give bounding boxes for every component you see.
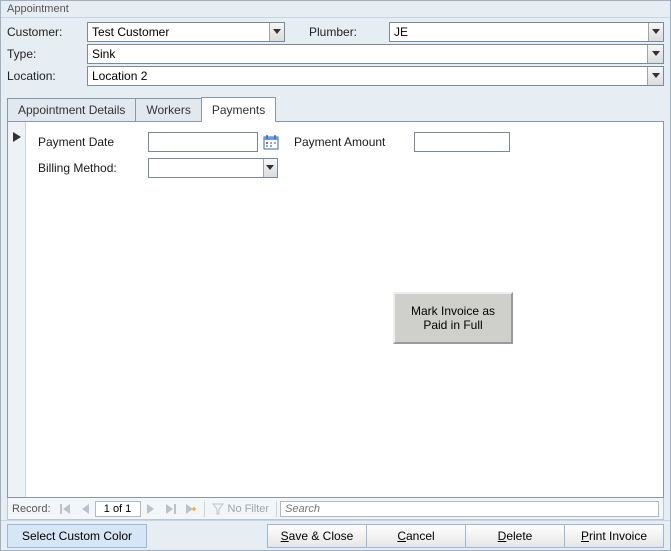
nav-prev-button[interactable]: [75, 499, 95, 519]
location-label: Location:: [7, 69, 87, 83]
current-record-icon: [13, 132, 21, 142]
billing-method-combo[interactable]: [148, 158, 278, 178]
chevron-down-icon: [652, 51, 660, 57]
print-invoice-button[interactable]: Print Invoice: [564, 524, 664, 548]
save-close-button[interactable]: Save & Close: [267, 524, 367, 548]
chevron-down-icon: [652, 29, 660, 35]
calendar-icon: [263, 134, 279, 150]
nav-divider: [204, 501, 205, 517]
nav-next-icon: [147, 504, 155, 514]
customer-dropdown-button[interactable]: [269, 23, 284, 41]
delete-button[interactable]: Delete: [465, 524, 565, 548]
record-position-input[interactable]: [95, 501, 141, 517]
billing-method-dropdown-button[interactable]: [263, 159, 277, 177]
plumber-combo[interactable]: [389, 22, 664, 42]
tab-payments[interactable]: Payments: [201, 97, 276, 122]
chevron-down-icon: [273, 29, 281, 35]
type-input[interactable]: [88, 45, 647, 63]
record-search-box[interactable]: [280, 501, 659, 517]
cancel-button[interactable]: Cancel: [366, 524, 466, 548]
window-title: Appointment: [1, 1, 670, 18]
type-label: Type:: [7, 47, 87, 61]
tab-content-payments: Payment Date Payment Amoun: [7, 122, 664, 498]
customer-combo[interactable]: [87, 22, 285, 42]
customer-input[interactable]: [88, 23, 269, 41]
plumber-label: Plumber:: [309, 25, 389, 39]
record-search-input[interactable]: [281, 502, 658, 516]
payment-amount-label: Payment Amount: [294, 135, 414, 149]
nav-last-button[interactable]: [161, 499, 181, 519]
nav-divider: [276, 501, 277, 517]
tab-strip: Appointment Details Workers Payments: [7, 96, 664, 122]
plumber-dropdown-button[interactable]: [648, 23, 663, 41]
nav-next-button[interactable]: [141, 499, 161, 519]
record-navigation-bar: Record: No Filter: [7, 498, 664, 520]
record-nav-label: Record:: [8, 503, 55, 515]
payment-date-input[interactable]: [148, 132, 258, 152]
location-combo[interactable]: [87, 66, 664, 86]
plumber-input[interactable]: [390, 23, 648, 41]
nav-new-button[interactable]: [181, 499, 201, 519]
no-filter-label: No Filter: [228, 503, 270, 515]
nav-last-icon: [166, 504, 176, 514]
type-combo[interactable]: [87, 44, 664, 64]
appointment-window: Appointment Customer: Plumber: Type:: [0, 0, 671, 551]
location-dropdown-button[interactable]: [647, 67, 663, 85]
billing-method-input[interactable]: [149, 159, 263, 177]
type-dropdown-button[interactable]: [647, 45, 663, 63]
tab-workers[interactable]: Workers: [135, 98, 201, 121]
customer-label: Customer:: [7, 25, 87, 39]
funnel-icon: [212, 503, 224, 515]
calendar-picker-button[interactable]: [262, 133, 280, 151]
tab-appointment-details[interactable]: Appointment Details: [7, 98, 136, 121]
mark-invoice-paid-button[interactable]: Mark Invoice as Paid in Full: [393, 292, 513, 344]
nav-new-icon: [186, 504, 196, 514]
location-input[interactable]: [88, 67, 647, 85]
billing-method-label: Billing Method:: [38, 161, 148, 175]
chevron-down-icon: [266, 165, 274, 171]
header-form: Customer: Plumber: Type:: [1, 18, 670, 94]
record-selector-bar[interactable]: [8, 122, 26, 497]
nav-prev-icon: [81, 504, 89, 514]
nav-first-icon: [60, 504, 70, 514]
footer-bar: Select Custom Color Save & Close Cancel …: [1, 520, 670, 550]
payment-amount-input[interactable]: [414, 132, 510, 152]
select-custom-color-button[interactable]: Select Custom Color: [7, 524, 147, 548]
payment-date-label: Payment Date: [38, 135, 148, 149]
nav-first-button[interactable]: [55, 499, 75, 519]
filter-indicator[interactable]: No Filter: [208, 503, 274, 515]
chevron-down-icon: [652, 73, 660, 79]
